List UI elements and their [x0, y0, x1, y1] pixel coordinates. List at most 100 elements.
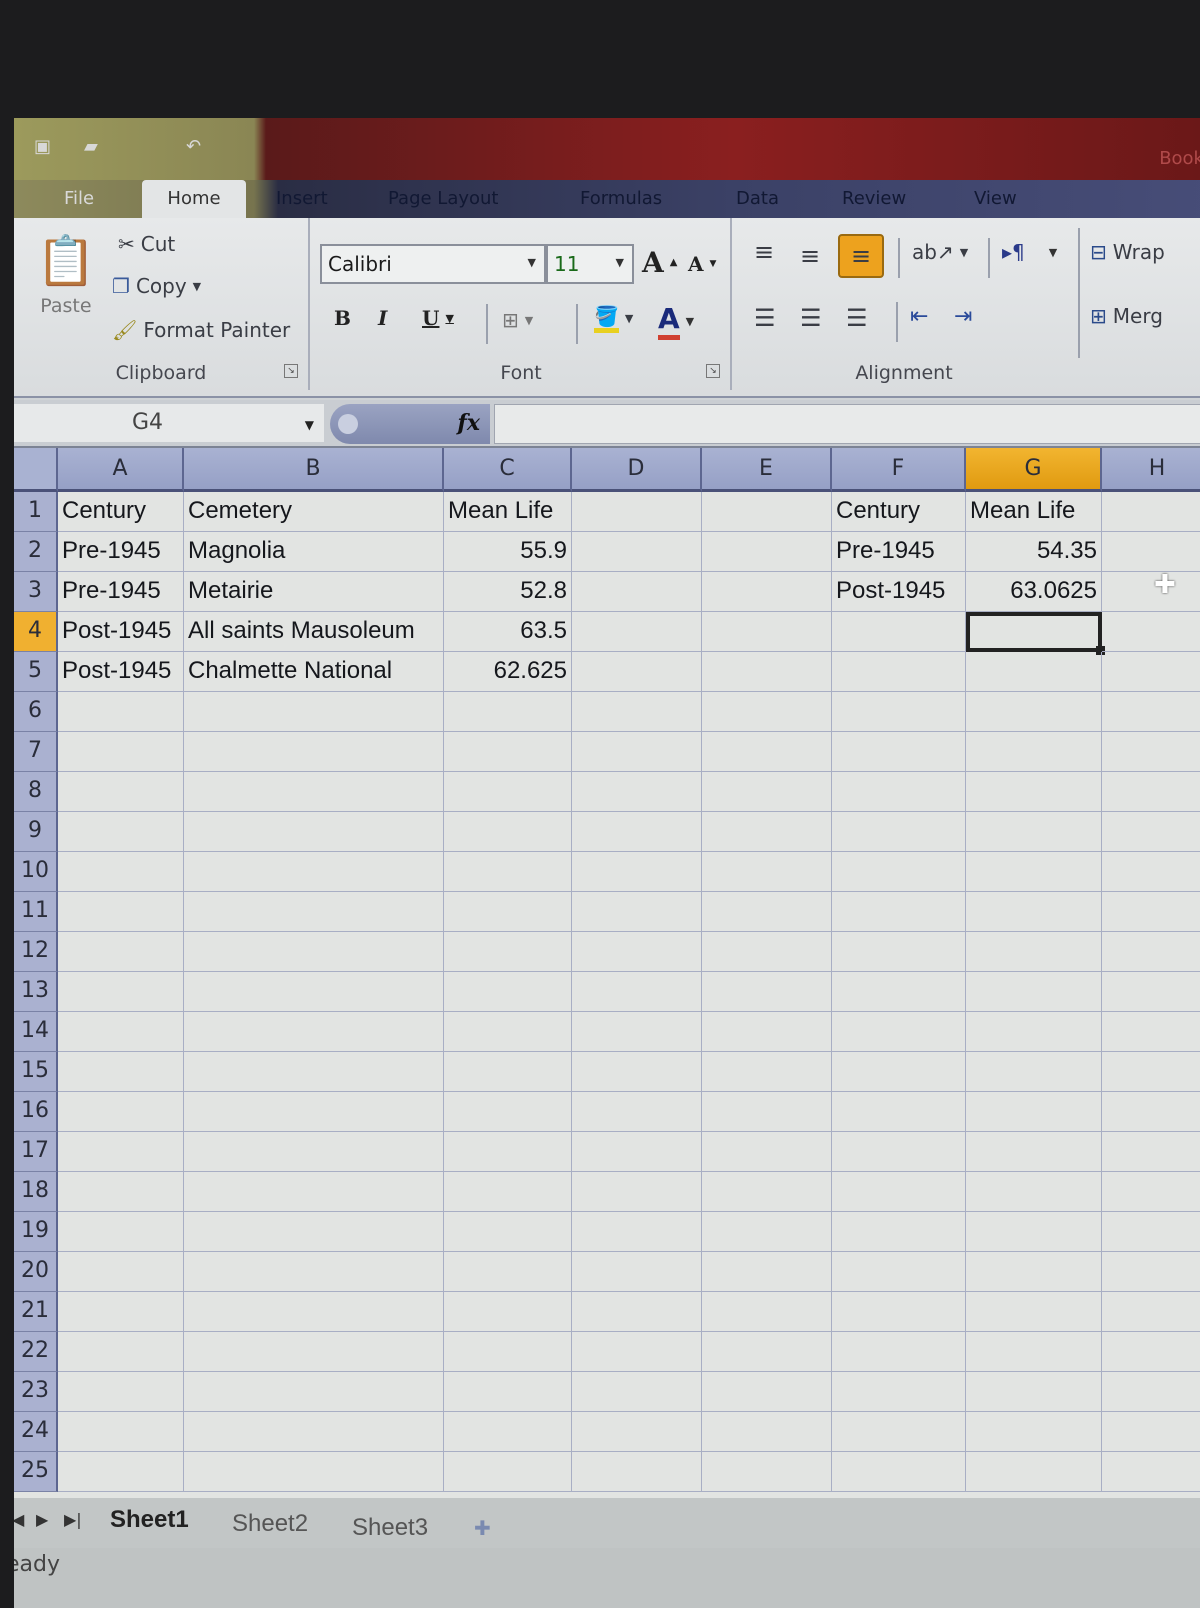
cut-button[interactable]: ✂ Cut [118, 232, 175, 256]
cell-e4[interactable] [702, 612, 832, 652]
column-header-d[interactable]: D [572, 448, 702, 492]
formula-input[interactable] [494, 404, 1200, 444]
row-header-16[interactable]: 16 [14, 1092, 58, 1132]
increase-indent-button[interactable]: ⇥ [954, 304, 972, 329]
cell-h20[interactable] [1102, 1252, 1200, 1292]
decrease-indent-button[interactable]: ⇤ [910, 304, 928, 329]
cell-a25[interactable] [58, 1452, 184, 1492]
cell-f7[interactable] [832, 732, 966, 772]
prev-sheet-icon[interactable]: ◀ [14, 1510, 24, 1529]
align-middle-button[interactable]: ≡ [800, 242, 820, 270]
align-center-button[interactable]: ☰ [800, 304, 822, 332]
cell-e18[interactable] [702, 1172, 832, 1212]
font-name-combo[interactable]: Calibri ▼ [320, 244, 546, 284]
sheet-tab-1[interactable]: Sheet1 [110, 1506, 189, 1534]
cell-a16[interactable] [58, 1092, 184, 1132]
cell-b19[interactable] [184, 1212, 444, 1252]
row-header-19[interactable]: 19 [14, 1212, 58, 1252]
cell-c6[interactable] [444, 692, 572, 732]
cell-h6[interactable] [1102, 692, 1200, 732]
cell-e5[interactable] [702, 652, 832, 692]
select-all-corner[interactable] [14, 448, 58, 492]
cell-a20[interactable] [58, 1252, 184, 1292]
row-header-17[interactable]: 17 [14, 1132, 58, 1172]
cell-b20[interactable] [184, 1252, 444, 1292]
cell-e2[interactable] [702, 532, 832, 572]
cell-e19[interactable] [702, 1212, 832, 1252]
cell-f16[interactable] [832, 1092, 966, 1132]
cell-d3[interactable] [572, 572, 702, 612]
cell-a19[interactable] [58, 1212, 184, 1252]
cell-e12[interactable] [702, 932, 832, 972]
cell-d21[interactable] [572, 1292, 702, 1332]
row-header-14[interactable]: 14 [14, 1012, 58, 1052]
expand-handle-icon[interactable] [338, 414, 358, 434]
cell-c16[interactable] [444, 1092, 572, 1132]
cell-b3[interactable]: Metairie [184, 572, 444, 612]
cell-f21[interactable] [832, 1292, 966, 1332]
align-top-button[interactable]: ≡ [754, 238, 774, 266]
cell-c5[interactable]: 62.625 [444, 652, 572, 692]
font-color-button[interactable]: A ▼ [658, 302, 694, 340]
insert-function-icon[interactable]: fx [457, 410, 480, 436]
cell-b21[interactable] [184, 1292, 444, 1332]
cell-c22[interactable] [444, 1332, 572, 1372]
cell-a8[interactable] [58, 772, 184, 812]
cell-b1[interactable]: Cemetery [184, 492, 444, 532]
cell-f11[interactable] [832, 892, 966, 932]
cell-h14[interactable] [1102, 1012, 1200, 1052]
row-header-7[interactable]: 7 [14, 732, 58, 772]
cell-c24[interactable] [444, 1412, 572, 1452]
row-header-24[interactable]: 24 [14, 1412, 58, 1452]
cell-e9[interactable] [702, 812, 832, 852]
cell-c3[interactable]: 52.8 [444, 572, 572, 612]
tab-home[interactable]: Home [142, 180, 246, 220]
cell-g2[interactable]: 54.35 [966, 532, 1102, 572]
cell-c15[interactable] [444, 1052, 572, 1092]
cell-h22[interactable] [1102, 1332, 1200, 1372]
cell-b24[interactable] [184, 1412, 444, 1452]
last-sheet-icon[interactable]: ▶| [64, 1510, 82, 1529]
cell-f5[interactable] [832, 652, 966, 692]
cell-f24[interactable] [832, 1412, 966, 1452]
align-bottom-button[interactable]: ≡ [838, 234, 884, 278]
cell-b15[interactable] [184, 1052, 444, 1092]
cell-b4[interactable]: All saints Mausoleum [184, 612, 444, 652]
cell-a1[interactable]: Century [58, 492, 184, 532]
cell-f4[interactable] [832, 612, 966, 652]
cell-g24[interactable] [966, 1412, 1102, 1452]
cell-d16[interactable] [572, 1092, 702, 1132]
cell-g20[interactable] [966, 1252, 1102, 1292]
cell-g8[interactable] [966, 772, 1102, 812]
row-header-3[interactable]: 3 [14, 572, 58, 612]
row-header-4[interactable]: 4 [14, 612, 58, 652]
cell-g19[interactable] [966, 1212, 1102, 1252]
cell-e16[interactable] [702, 1092, 832, 1132]
cell-a5[interactable]: Post-1945 [58, 652, 184, 692]
align-right-button[interactable]: ☰ [846, 304, 868, 332]
cell-f14[interactable] [832, 1012, 966, 1052]
cell-c23[interactable] [444, 1372, 572, 1412]
wrap-text-button[interactable]: ⊟ Wrap [1090, 240, 1165, 264]
cell-g15[interactable] [966, 1052, 1102, 1092]
cell-d25[interactable] [572, 1452, 702, 1492]
cell-e14[interactable] [702, 1012, 832, 1052]
cell-f25[interactable] [832, 1452, 966, 1492]
cell-b10[interactable] [184, 852, 444, 892]
cell-g18[interactable] [966, 1172, 1102, 1212]
cell-a12[interactable] [58, 932, 184, 972]
cell-h15[interactable] [1102, 1052, 1200, 1092]
cell-h8[interactable] [1102, 772, 1200, 812]
cell-c19[interactable] [444, 1212, 572, 1252]
row-header-15[interactable]: 15 [14, 1052, 58, 1092]
cell-a21[interactable] [58, 1292, 184, 1332]
row-header-23[interactable]: 23 [14, 1372, 58, 1412]
cell-h1[interactable] [1102, 492, 1200, 532]
cell-h24[interactable] [1102, 1412, 1200, 1452]
copy-button[interactable]: ❐ Copy ▼ [112, 274, 201, 298]
cell-a2[interactable]: Pre-1945 [58, 532, 184, 572]
cell-g1[interactable]: Mean Life [966, 492, 1102, 532]
cell-b17[interactable] [184, 1132, 444, 1172]
cell-a23[interactable] [58, 1372, 184, 1412]
save-icon[interactable]: ▰ [84, 136, 108, 160]
